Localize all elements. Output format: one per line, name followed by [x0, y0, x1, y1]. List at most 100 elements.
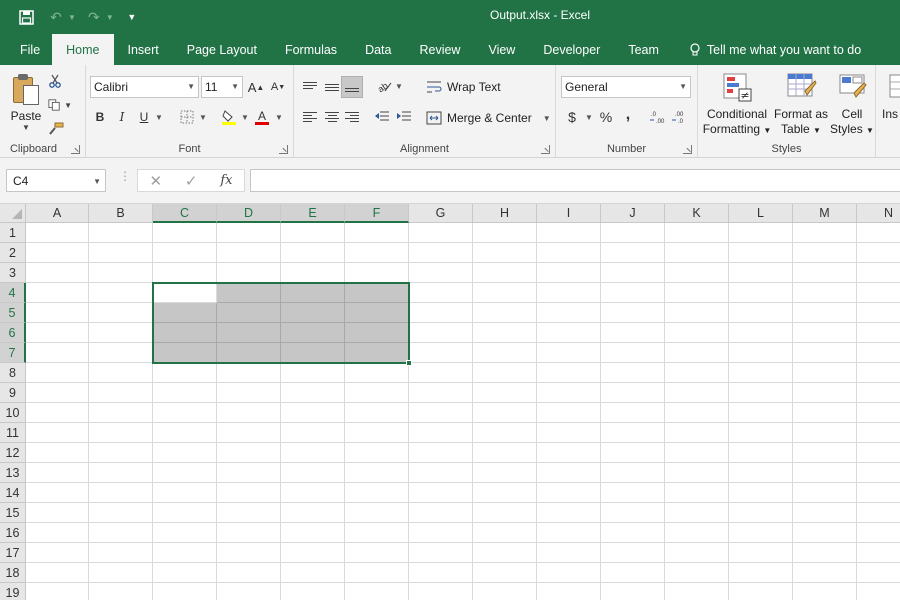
- tab-view[interactable]: View: [474, 34, 529, 65]
- cell-g17[interactable]: [409, 543, 473, 563]
- column-header-b[interactable]: B: [89, 204, 153, 223]
- cell-i14[interactable]: [537, 483, 601, 503]
- cell-c15[interactable]: [153, 503, 217, 523]
- wrap-text-button[interactable]: Wrap Text: [426, 76, 501, 98]
- cell-j4[interactable]: [601, 283, 665, 303]
- cell-a16[interactable]: [26, 523, 89, 543]
- cell-h1[interactable]: [473, 223, 537, 243]
- cell-f2[interactable]: [345, 243, 409, 263]
- column-header-n[interactable]: N: [857, 204, 900, 223]
- cell-h14[interactable]: [473, 483, 537, 503]
- cell-i10[interactable]: [537, 403, 601, 423]
- tab-page-layout[interactable]: Page Layout: [173, 34, 271, 65]
- cell-f3[interactable]: [345, 263, 409, 283]
- cell-j12[interactable]: [601, 443, 665, 463]
- alignment-launcher-icon[interactable]: [541, 145, 550, 154]
- cell-l8[interactable]: [729, 363, 793, 383]
- name-box[interactable]: C4 ▼: [6, 169, 106, 192]
- cell-j2[interactable]: [601, 243, 665, 263]
- cell-k18[interactable]: [665, 563, 729, 583]
- cell-k9[interactable]: [665, 383, 729, 403]
- cell-l11[interactable]: [729, 423, 793, 443]
- cell-e11[interactable]: [281, 423, 345, 443]
- underline-dropdown-icon[interactable]: ▼: [155, 113, 163, 122]
- fill-color-dropdown-icon[interactable]: ▼: [241, 113, 249, 122]
- cell-n7[interactable]: [857, 343, 900, 363]
- cell-g9[interactable]: [409, 383, 473, 403]
- row-header-17[interactable]: 17: [0, 543, 26, 563]
- cell-m14[interactable]: [793, 483, 857, 503]
- cell-b14[interactable]: [89, 483, 153, 503]
- cell-f17[interactable]: [345, 543, 409, 563]
- font-color-dropdown-icon[interactable]: ▼: [275, 113, 283, 122]
- cell-g14[interactable]: [409, 483, 473, 503]
- cell-c4[interactable]: [153, 283, 217, 303]
- row-header-1[interactable]: 1: [0, 223, 26, 243]
- cell-k8[interactable]: [665, 363, 729, 383]
- orientation-dropdown-icon[interactable]: ▼: [395, 82, 403, 91]
- cell-a5[interactable]: [26, 303, 89, 323]
- currency-dropdown-icon[interactable]: ▼: [585, 113, 593, 122]
- cell-a13[interactable]: [26, 463, 89, 483]
- decrease-decimal-icon[interactable]: .00.0: [670, 107, 690, 127]
- cell-a15[interactable]: [26, 503, 89, 523]
- cell-n5[interactable]: [857, 303, 900, 323]
- column-header-c[interactable]: C: [153, 204, 217, 223]
- cell-e14[interactable]: [281, 483, 345, 503]
- cell-styles-button[interactable]: Cell Styles ▼: [830, 71, 874, 138]
- cell-f6[interactable]: [345, 323, 409, 343]
- cell-n19[interactable]: [857, 583, 900, 600]
- cell-j19[interactable]: [601, 583, 665, 600]
- column-header-i[interactable]: I: [537, 204, 601, 223]
- cut-icon[interactable]: [48, 71, 72, 91]
- cell-h11[interactable]: [473, 423, 537, 443]
- column-header-h[interactable]: H: [473, 204, 537, 223]
- cell-e3[interactable]: [281, 263, 345, 283]
- cell-d6[interactable]: [217, 323, 281, 343]
- cell-f18[interactable]: [345, 563, 409, 583]
- middle-align-icon[interactable]: [322, 77, 342, 97]
- cell-m9[interactable]: [793, 383, 857, 403]
- underline-button[interactable]: U: [134, 107, 154, 127]
- cell-f12[interactable]: [345, 443, 409, 463]
- cell-b5[interactable]: [89, 303, 153, 323]
- cell-b2[interactable]: [89, 243, 153, 263]
- column-header-f[interactable]: F: [345, 204, 409, 223]
- cell-e19[interactable]: [281, 583, 345, 600]
- cell-d12[interactable]: [217, 443, 281, 463]
- select-all-corner[interactable]: [0, 204, 26, 223]
- top-align-icon[interactable]: [300, 75, 320, 95]
- cell-m7[interactable]: [793, 343, 857, 363]
- cell-h16[interactable]: [473, 523, 537, 543]
- worksheet-grid[interactable]: A B C D E F G H I J K L M N 1 2 3 4 5 6 7 8 9 10 11 12 13 14 15 16 17 1…: [0, 204, 900, 600]
- tab-team[interactable]: Team: [614, 34, 673, 65]
- cell-a6[interactable]: [26, 323, 89, 343]
- formula-bar-grip-icon[interactable]: ⋮: [119, 170, 131, 182]
- tab-formulas[interactable]: Formulas: [271, 34, 351, 65]
- row-header-9[interactable]: 9: [0, 383, 26, 403]
- cell-n13[interactable]: [857, 463, 900, 483]
- cell-k15[interactable]: [665, 503, 729, 523]
- percent-button[interactable]: %: [596, 107, 616, 127]
- cell-j16[interactable]: [601, 523, 665, 543]
- cell-c11[interactable]: [153, 423, 217, 443]
- cell-m3[interactable]: [793, 263, 857, 283]
- cell-k17[interactable]: [665, 543, 729, 563]
- cell-h5[interactable]: [473, 303, 537, 323]
- cell-g2[interactable]: [409, 243, 473, 263]
- cell-a7[interactable]: [26, 343, 89, 363]
- cell-a2[interactable]: [26, 243, 89, 263]
- cell-n14[interactable]: [857, 483, 900, 503]
- cell-g1[interactable]: [409, 223, 473, 243]
- cell-b15[interactable]: [89, 503, 153, 523]
- cell-n2[interactable]: [857, 243, 900, 263]
- cell-m11[interactable]: [793, 423, 857, 443]
- cell-j5[interactable]: [601, 303, 665, 323]
- cell-j14[interactable]: [601, 483, 665, 503]
- cell-h9[interactable]: [473, 383, 537, 403]
- cell-b18[interactable]: [89, 563, 153, 583]
- align-left-icon[interactable]: [300, 107, 320, 127]
- row-header-3[interactable]: 3: [0, 263, 26, 283]
- row-header-18[interactable]: 18: [0, 563, 26, 583]
- cell-c9[interactable]: [153, 383, 217, 403]
